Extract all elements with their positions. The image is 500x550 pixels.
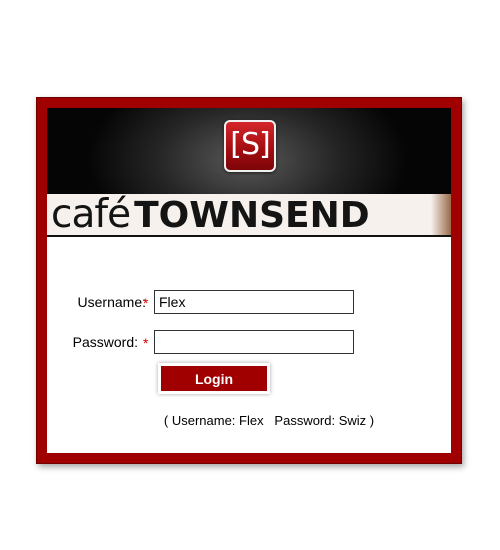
login-panel: [S] caféTOWNSEND Username: * Password: *… xyxy=(47,108,451,453)
brand-wordmark: café TOWNSEND xyxy=(51,194,370,235)
logo-icon: [S] xyxy=(224,120,276,172)
username-required-icon: * xyxy=(143,295,149,311)
username-label: Username: xyxy=(77,294,146,310)
password-label: Password: xyxy=(72,334,138,350)
brand-strip: café TOWNSEND xyxy=(47,194,451,235)
banner-divider xyxy=(47,235,451,237)
login-button[interactable]: Login xyxy=(161,366,267,391)
brand-cafe-text: café xyxy=(51,192,131,235)
login-button-frame: Login xyxy=(158,363,270,394)
brand-name-text: TOWNSEND xyxy=(134,195,370,235)
username-input[interactable] xyxy=(154,290,354,314)
brand-banner: [S] café TOWNSEND xyxy=(47,108,451,235)
password-input[interactable] xyxy=(154,330,354,354)
login-window-frame: [S] caféTOWNSEND Username: * Password: *… xyxy=(36,97,462,464)
password-required-icon: * xyxy=(143,335,149,351)
credentials-hint: ( Username: Flex Password: Swiz ) xyxy=(163,413,375,428)
